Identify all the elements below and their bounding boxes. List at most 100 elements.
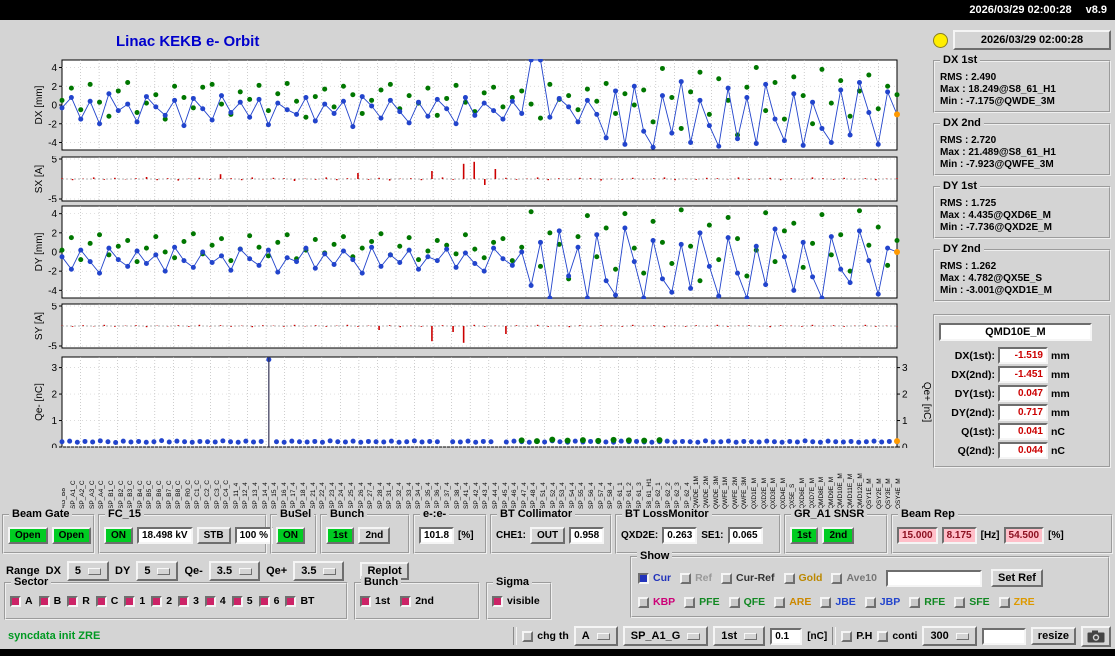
monitor-label: SP_41_4	[462, 451, 471, 509]
sector-5-checkbox[interactable]: 5	[232, 595, 253, 607]
monitor-label: SP_17_4	[289, 451, 298, 509]
svg-text:0: 0	[902, 443, 908, 449]
sector-1-checkbox[interactable]: 1	[124, 595, 145, 607]
monitor-label: QMD10E_M	[836, 451, 845, 509]
monitor-select[interactable]: SP_A1_G	[623, 626, 709, 646]
svg-text:-4: -4	[48, 286, 57, 297]
threshold-input[interactable]	[770, 628, 802, 645]
stat-group-title: DY 2nd	[940, 243, 984, 255]
qe-plot-canvas: 32103210Qe- [nC]Qe+ [nC]	[0, 356, 935, 448]
sector-group: Sector ABRC123456BT	[4, 582, 348, 620]
show-zre-checkbox[interactable]: ZRE	[999, 596, 1035, 608]
range-qem-select[interactable]: 3.5	[209, 561, 260, 581]
sigma-visible-checkbox[interactable]: visible	[492, 595, 540, 607]
energy-select[interactable]: A	[574, 626, 618, 646]
show-pfe-checkbox[interactable]: PFE	[684, 596, 719, 608]
sx-plot-canvas: 5-5SX [A]	[0, 156, 935, 202]
sector-6-checkbox[interactable]: 6	[259, 595, 280, 607]
range-qep-select[interactable]: 3.5	[293, 561, 344, 581]
status-lamp-icon	[933, 33, 948, 48]
aux-input[interactable]	[982, 628, 1026, 645]
range-dy-select[interactable]: 5	[136, 561, 178, 581]
chg-th-checkbox[interactable]: chg th	[522, 630, 569, 642]
stat-rms-line: RMS : 1.262	[940, 261, 1105, 272]
monitor-value: 0.041	[998, 423, 1048, 440]
sector-3-checkbox[interactable]: 3	[178, 595, 199, 607]
show-rfe-checkbox[interactable]: RFE	[909, 596, 945, 608]
stat-max-line: Max : 21.489@S8_61_H1	[940, 147, 1105, 158]
sector-r-checkbox[interactable]: R	[67, 595, 90, 607]
show-jbe-checkbox[interactable]: JBE	[820, 596, 855, 608]
ref-name-input[interactable]	[886, 570, 982, 587]
monitor-label: SP_62_4	[683, 451, 692, 509]
monitor-label: SP_43_4	[481, 451, 490, 509]
points-select[interactable]: 300	[922, 626, 976, 646]
bunch-1st-button[interactable]: 1st	[326, 527, 354, 544]
busel-on-button[interactable]: ON	[276, 527, 305, 544]
monitor-label: QXD1E_M	[750, 451, 759, 509]
bunch-1st-checkbox[interactable]: 1st	[360, 595, 390, 607]
checkbox-indicator	[285, 596, 296, 607]
sector-bt-checkbox[interactable]: BT	[285, 595, 314, 607]
show-cur-ref-checkbox[interactable]: Cur-Ref	[721, 572, 775, 584]
monitor-label: QSY1E_M	[865, 451, 874, 509]
beam-gate-open-button-1[interactable]: Open	[8, 527, 48, 544]
bunch-status-group: Bunch 1st 2nd	[320, 514, 410, 554]
monitor-label: SP_42_4	[472, 451, 481, 509]
show-kbp-checkbox[interactable]: KBP	[638, 596, 675, 608]
checkbox-indicator	[67, 596, 78, 607]
svg-text:DX [mm]: DX [mm]	[34, 85, 45, 124]
bunch-2nd-checkbox[interactable]: 2nd	[400, 595, 434, 607]
checkbox-indicator	[831, 573, 842, 584]
show-ref-checkbox[interactable]: Ref	[680, 572, 712, 584]
stat-group-dx-1st: DX 1stRMS : 2.490Max : 18.249@S8_61_H1Mi…	[933, 60, 1111, 113]
ee-ratio-value: 101.8	[419, 527, 454, 544]
dx-latest-marker-series	[894, 111, 900, 117]
snapshot-button[interactable]	[1081, 626, 1111, 647]
monitor-label: S8_61_H1	[645, 451, 654, 509]
snsr-1st-button[interactable]: 1st	[790, 527, 818, 544]
checkbox-indicator	[178, 596, 189, 607]
stat-group-title: DY 1st	[940, 180, 980, 192]
monitor-label: QXD2E_M	[760, 451, 769, 509]
show-gold-checkbox[interactable]: Gold	[784, 572, 823, 584]
sector-2-checkbox[interactable]: 2	[151, 595, 172, 607]
show-cur-checkbox[interactable]: Cur	[638, 572, 671, 584]
bunch-2nd-button[interactable]: 2nd	[358, 527, 390, 544]
sector-4-checkbox[interactable]: 4	[205, 595, 226, 607]
snsr-2nd-button[interactable]: 2nd	[822, 527, 854, 544]
fc15-on-button[interactable]: ON	[104, 527, 133, 544]
set-ref-button[interactable]: Set Ref	[991, 569, 1043, 587]
monitor-label: QX5E_S	[788, 451, 797, 509]
monitor-label: AG_B8	[62, 451, 68, 509]
top-titlebar: 2026/03/29 02:00:28 v8.9	[0, 0, 1115, 20]
status-bar: syncdata init ZRE chg th A SP_A1_G 1st […	[0, 624, 1115, 648]
monitor-label: SP_21_4	[309, 451, 318, 509]
sector-a-checkbox[interactable]: A	[10, 595, 33, 607]
checkbox-indicator	[680, 573, 691, 584]
sector-c-checkbox[interactable]: C	[96, 595, 119, 607]
dy-plot-canvas: 420-2-4DY [mm]	[0, 205, 935, 299]
resize-button[interactable]: resize	[1031, 627, 1076, 645]
beam-gate-open-button-2[interactable]: Open	[52, 527, 92, 544]
monitor-label: SP_C4_C	[222, 451, 231, 509]
show-qfe-checkbox[interactable]: QFE	[729, 596, 766, 608]
show-are-checkbox[interactable]: ARE	[774, 596, 811, 608]
monitor-label: SP_28_4	[376, 451, 385, 509]
titlebar-version: v8.9	[1086, 4, 1107, 16]
monitor-label: SP_61_1	[616, 451, 625, 509]
stat-group-title: DX 2nd	[940, 117, 984, 129]
bunch-select[interactable]: 1st	[713, 626, 765, 646]
conti-checkbox[interactable]: conti	[877, 630, 917, 642]
show-sfe-checkbox[interactable]: SFE	[954, 596, 989, 608]
show-jbp-checkbox[interactable]: JBP	[865, 596, 900, 608]
che1-out-button[interactable]: OUT	[530, 527, 565, 544]
ph-checkbox[interactable]: P.H	[841, 630, 872, 642]
fc15-stb-button[interactable]: STB	[197, 527, 231, 544]
sector-b-checkbox[interactable]: B	[39, 595, 62, 607]
page-title: Linac KEKB e- Orbit	[116, 33, 259, 50]
checkbox-indicator	[638, 597, 649, 608]
show-ave10-checkbox[interactable]: Ave10	[831, 572, 877, 584]
monitor-label: QXD3E_M	[769, 451, 778, 509]
range-dx-select[interactable]: 5	[67, 561, 109, 581]
